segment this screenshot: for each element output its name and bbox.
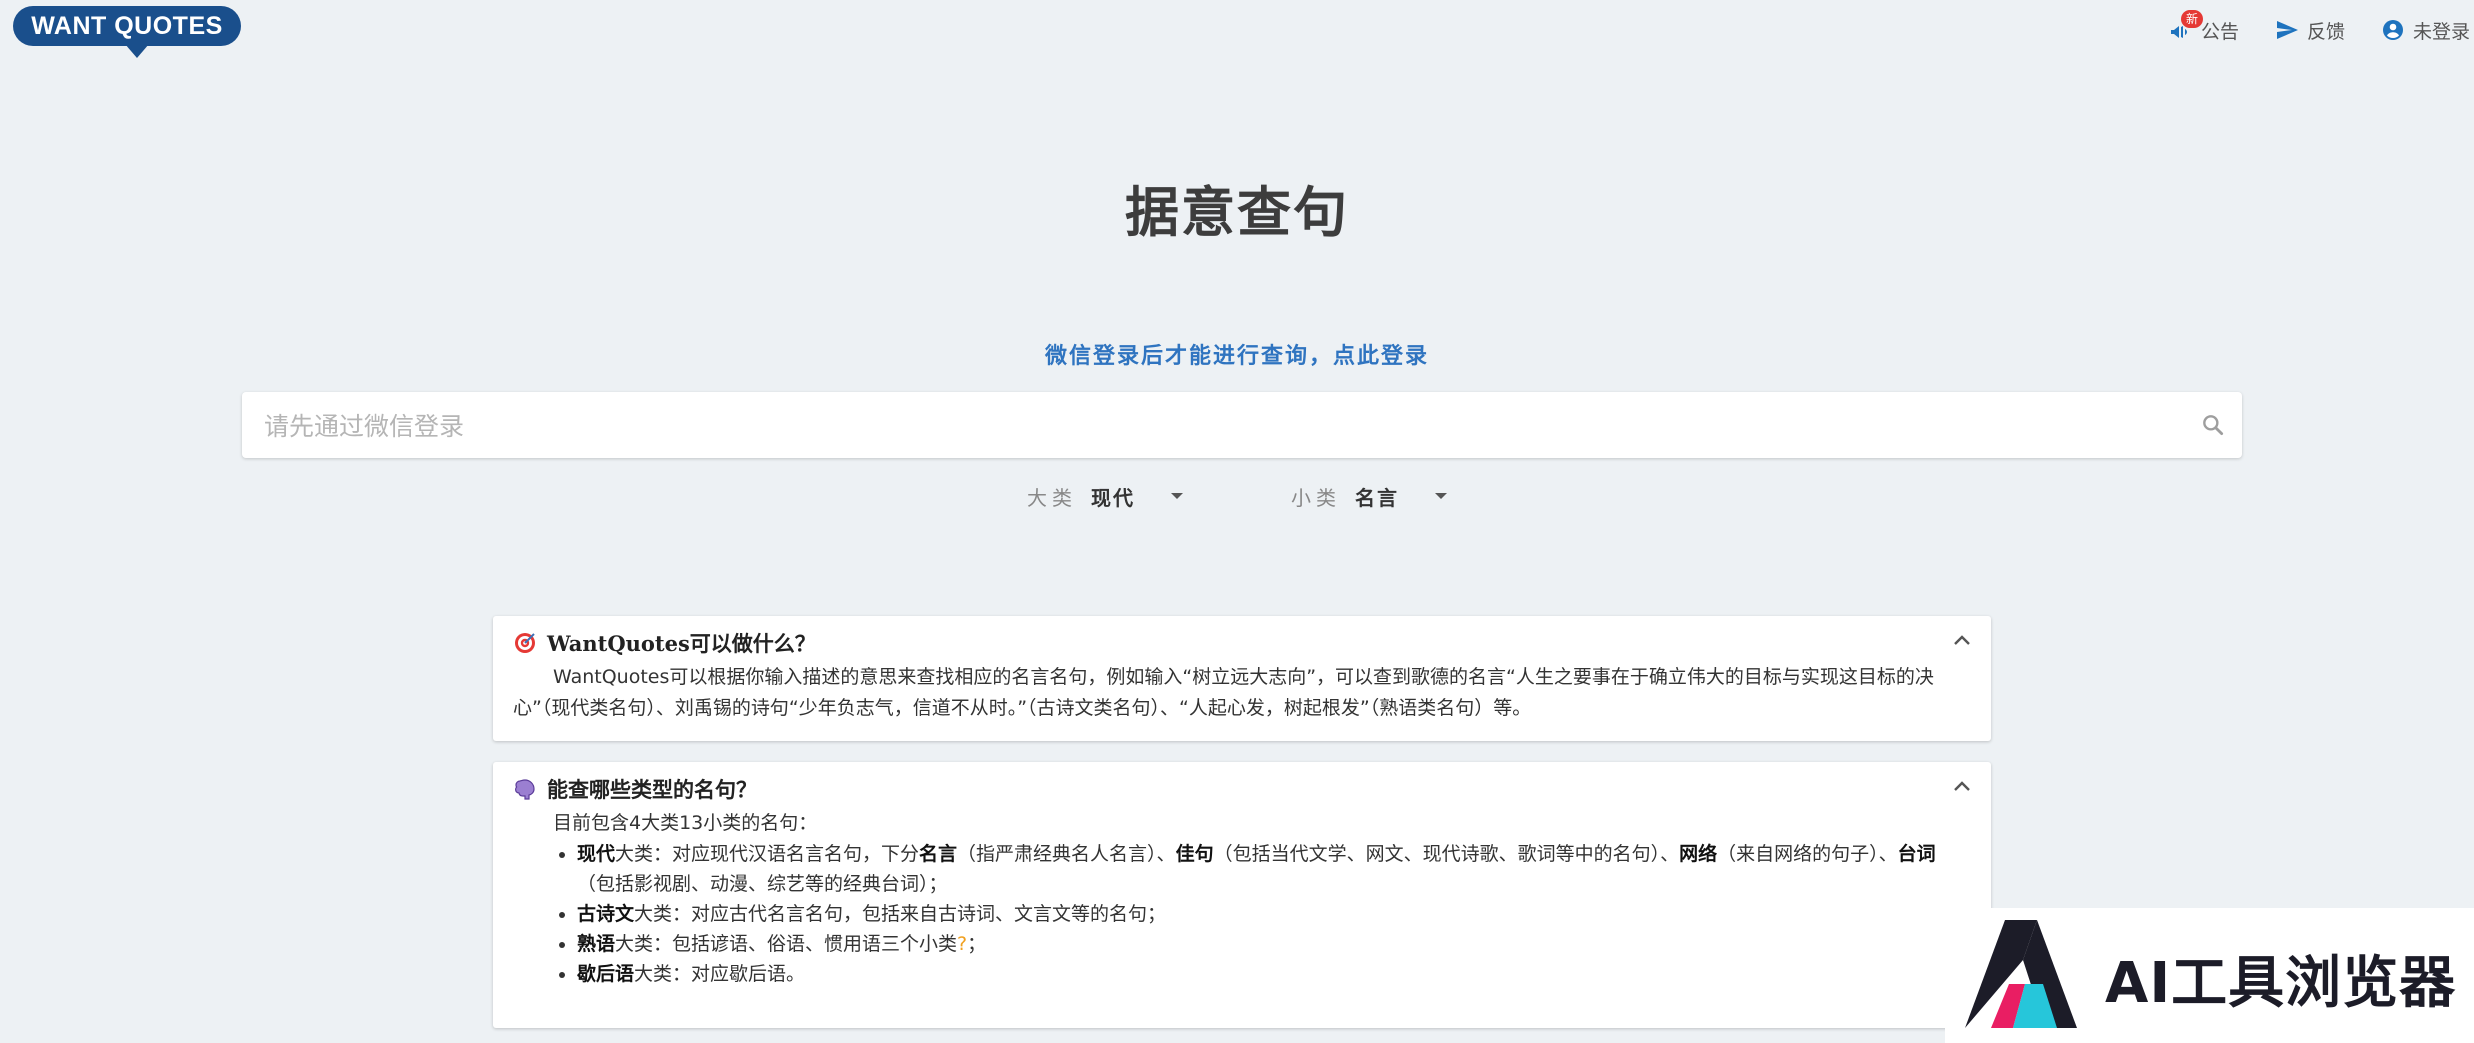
filters: 大类 现代 小类 名言 [0,480,2474,512]
caret-down-icon [1435,493,1447,499]
faq-text-what: WantQuotes可以根据你输入描述的意思来查找相应的名言名句，例如输入“树立… [513,666,1934,719]
account-circle-icon [2382,20,2403,40]
account-label: 未登录 [2412,20,2470,43]
target-icon [515,633,535,653]
faq-card-header[interactable]: 能查哪些类型的名句？ [513,774,757,804]
search-icon[interactable] [2200,412,2226,438]
account-button[interactable]: 未登录 [2381,17,2470,44]
feedback-button[interactable]: 反馈 [2275,17,2345,44]
faq-card-header[interactable]: WantQuotes可以做什么？ [513,628,816,658]
list-item: 熟语大类：包括谚语、俗语、惯用语三个小类?； [577,929,1973,959]
search-input[interactable] [262,392,2166,460]
category-value: 现代 [1091,485,1135,510]
subcategory-label: 小类 [1291,485,1341,510]
announce-button[interactable]: 新 公告 [2167,10,2239,44]
page-title: 据意查句 [1125,180,1349,244]
send-icon [2276,21,2298,39]
category-select[interactable]: 大类 现代 [1027,480,1183,512]
watermark-logo-icon [1965,920,2077,1028]
help-icon[interactable]: ? [957,933,967,955]
logo-text: WANT QUOTES [13,6,241,46]
subcategory-value: 名言 [1355,485,1399,510]
faq-card-what: WantQuotes可以做什么？ WantQuotes可以根据你输入描述的意思来… [493,616,1991,741]
list-item: 歇后语大类：对应歇后语。 [577,959,1973,989]
types-intro: 目前包含4大类13小类的名句： [553,812,818,834]
watermark: AI工具浏览器 [1945,908,2474,1043]
faq-title-what: WantQuotes可以做什么？ [547,631,816,656]
types-list: 现代大类：对应现代汉语名言名句，下分名言（指严肃经典名人名言）、佳句（包括当代文… [513,839,1973,989]
brain-icon [514,779,535,800]
feedback-label: 反馈 [2306,20,2345,43]
faq-body-types: 目前包含4大类13小类的名句： 现代大类：对应现代汉语名言名句，下分名言（指严肃… [513,808,1973,989]
watermark-text: AI工具浏览器 [2105,951,2457,1016]
logo-tail [125,44,149,58]
announce-icon-wrap: 新 [2167,10,2203,44]
category-label: 大类 [1027,485,1077,510]
faq-card-types: 能查哪些类型的名句？ 目前包含4大类13小类的名句： 现代大类：对应现代汉语名言… [493,762,1991,1028]
list-item: 古诗文大类：对应古代名言名句，包括来自古诗词、文言文等的名句； [577,899,1973,929]
faq-title-types: 能查哪些类型的名句？ [547,777,757,802]
faq-body-what: WantQuotes可以根据你输入描述的意思来查找相应的名言名句，例如输入“树立… [513,662,1973,724]
login-link[interactable]: 微信登录后才能进行查询，点此登录 [0,338,2474,370]
list-item: 现代大类：对应现代汉语名言名句，下分名言（指严肃经典名人名言）、佳句（包括当代文… [577,839,1973,899]
search-box [242,392,2242,460]
subcategory-select[interactable]: 小类 名言 [1291,480,1447,512]
chevron-up-icon[interactable] [1953,634,1971,646]
announce-badge: 新 [2180,10,2203,28]
logo[interactable]: WANT QUOTES [13,6,241,58]
caret-down-icon [1171,493,1183,499]
top-nav: 新 公告 反馈 未登录 [2167,10,2474,46]
chevron-up-icon[interactable] [1953,780,1971,792]
announce-label: 公告 [2200,20,2239,43]
